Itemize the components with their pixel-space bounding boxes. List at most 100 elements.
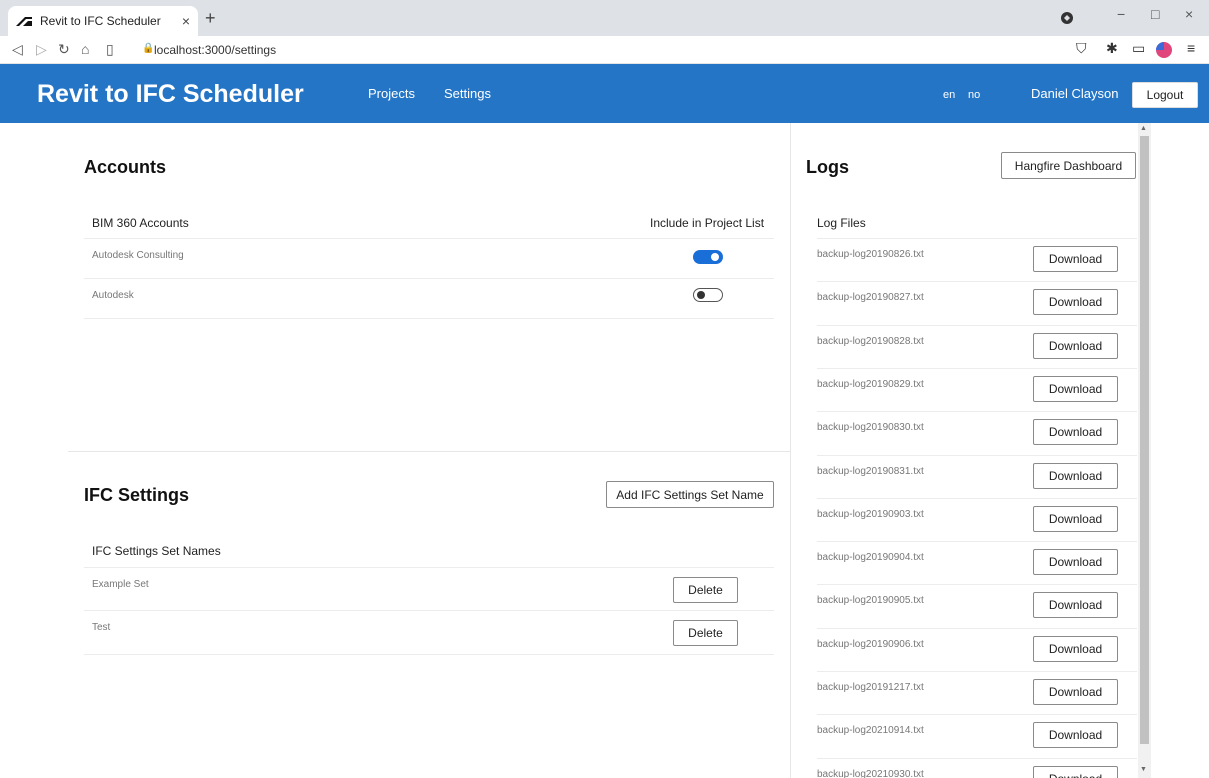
table-row-divider [84, 654, 774, 655]
log-file-row: backup-log20190828.txt Download [817, 324, 1137, 368]
log-file-name: backup-log20190903.txt [817, 508, 924, 520]
shield-extension-icon[interactable] [1061, 12, 1073, 24]
url-field[interactable]: localhost:3000/settings [154, 43, 276, 57]
download-button[interactable]: Download [1033, 289, 1118, 316]
log-file-row: backup-log20190905.txt Download [817, 584, 1137, 627]
table-row-divider [817, 714, 1137, 716]
table-row-divider [817, 454, 1137, 456]
log-file-name: backup-log20210930.txt [817, 768, 924, 778]
table-row-divider [817, 497, 1137, 499]
minimize-icon[interactable]: − [1117, 6, 1125, 22]
table-row-divider [817, 757, 1137, 759]
accounts-title: Accounts [84, 157, 167, 177]
ifc-set-name: Example Set [92, 579, 149, 590]
download-button[interactable]: Download [1033, 462, 1118, 489]
tab-close-icon[interactable]: × [182, 13, 190, 29]
accounts-col-name: BIM 360 Accounts [92, 216, 189, 230]
log-file-row: backup-log20190903.txt Download [817, 497, 1137, 541]
ifc-set-name: Test [92, 622, 111, 633]
table-row-divider [817, 627, 1137, 629]
brave-shield-icon[interactable]: ⛉ [1076, 40, 1087, 57]
log-file-name: backup-log20210914.txt [817, 725, 924, 737]
panel-divider-horizontal [68, 451, 790, 452]
lock-icon: 🔒 [142, 43, 155, 54]
log-file-name: backup-log20190831.txt [817, 465, 924, 477]
account-name: Autodesk Consulting [92, 250, 184, 261]
table-row-divider [817, 671, 1137, 672]
lang-en[interactable]: en [943, 89, 955, 101]
scrollbar-thumb[interactable] [1140, 136, 1149, 744]
download-button[interactable]: Download [1033, 375, 1118, 402]
forward-icon[interactable]: ▷ [36, 41, 47, 58]
bookmark-icon[interactable]: ▯ [106, 41, 114, 58]
back-icon[interactable]: ◁ [12, 41, 23, 58]
log-file-name: backup-log20190830.txt [817, 422, 924, 434]
logout-button[interactable]: Logout [1132, 82, 1198, 108]
autodesk-logo-icon [16, 17, 32, 26]
log-file-name: backup-log20190828.txt [817, 335, 924, 347]
log-file-row: backup-log20190906.txt Download [817, 627, 1137, 671]
close-window-icon[interactable]: × [1185, 6, 1193, 22]
download-button[interactable]: Download [1033, 505, 1118, 532]
table-row-divider [84, 318, 774, 319]
extensions-icon[interactable]: ✱ [1106, 40, 1118, 57]
scroll-down-icon[interactable]: ▼ [1140, 766, 1147, 773]
log-file-name: backup-log20190906.txt [817, 638, 924, 650]
account-name: Autodesk [92, 290, 134, 301]
download-button[interactable]: Download [1033, 332, 1118, 359]
user-name[interactable]: Daniel Clayson [1031, 86, 1118, 101]
reload-icon[interactable]: ↻ [58, 41, 70, 58]
logs-panel: Logs Hangfire Dashboard Log Files backup… [791, 123, 1137, 778]
table-row-divider [817, 367, 1137, 369]
table-row-divider [84, 278, 774, 279]
include-toggle[interactable] [693, 288, 723, 302]
ifc-col-name: IFC Settings Set Names [92, 544, 221, 558]
browser-tab[interactable]: Revit to IFC Scheduler × [8, 6, 198, 36]
log-file-row: backup-log20190826.txt Download [817, 238, 1137, 281]
download-button[interactable]: Download [1033, 679, 1118, 705]
wallet-icon[interactable]: ▭ [1132, 40, 1145, 57]
table-row-divider [817, 411, 1137, 413]
logs-col-name: Log Files [817, 216, 866, 230]
scroll-up-icon[interactable]: ▲ [1140, 125, 1147, 132]
browser-tab-bar: Revit to IFC Scheduler × + − □ × [0, 0, 1209, 36]
app-header: Revit to IFC Scheduler Projects Settings… [0, 64, 1209, 123]
table-row-divider [817, 238, 1137, 239]
download-button[interactable]: Download [1033, 419, 1118, 446]
new-tab-icon[interactable]: + [205, 8, 216, 29]
profile-avatar-icon[interactable] [1156, 42, 1172, 58]
delete-button[interactable]: Delete [673, 577, 738, 603]
download-button[interactable]: Download [1033, 722, 1118, 749]
menu-icon[interactable]: ≡ [1187, 40, 1195, 56]
home-icon[interactable]: ⌂ [81, 41, 89, 57]
table-row-divider [817, 584, 1137, 586]
table-row-divider [817, 324, 1137, 326]
table-row-divider [817, 281, 1137, 283]
log-file-name: backup-log20191217.txt [817, 682, 924, 693]
log-file-row: backup-log20190830.txt Download [817, 411, 1137, 454]
table-row-divider [84, 610, 774, 611]
log-file-row: backup-log20190827.txt Download [817, 281, 1137, 324]
tab-title: Revit to IFC Scheduler [40, 14, 161, 28]
lang-no[interactable]: no [968, 89, 980, 101]
log-file-row: backup-log20210930.txt Download [817, 757, 1137, 778]
hangfire-dashboard-button[interactable]: Hangfire Dashboard [1001, 152, 1136, 179]
log-file-name: backup-log20190827.txt [817, 292, 924, 304]
table-row-divider [84, 567, 774, 568]
download-button[interactable]: Download [1033, 765, 1118, 778]
download-button[interactable]: Download [1033, 246, 1118, 272]
accounts-col-include: Include in Project List [650, 216, 765, 230]
log-file-row: backup-log20191217.txt Download [817, 671, 1137, 714]
log-file-row: backup-log20190829.txt Download [817, 367, 1137, 411]
maximize-icon[interactable]: □ [1151, 6, 1159, 22]
nav-settings[interactable]: Settings [444, 86, 491, 101]
download-button[interactable]: Download [1033, 549, 1118, 576]
delete-button[interactable]: Delete [673, 620, 738, 646]
add-ifc-settings-button[interactable]: Add IFC Settings Set Name [606, 481, 774, 508]
download-button[interactable]: Download [1033, 592, 1118, 619]
include-toggle[interactable] [693, 250, 723, 264]
nav-projects[interactable]: Projects [368, 86, 415, 101]
download-button[interactable]: Download [1033, 635, 1118, 662]
log-file-row: backup-log20210914.txt Download [817, 714, 1137, 757]
app-brand[interactable]: Revit to IFC Scheduler [37, 80, 304, 109]
